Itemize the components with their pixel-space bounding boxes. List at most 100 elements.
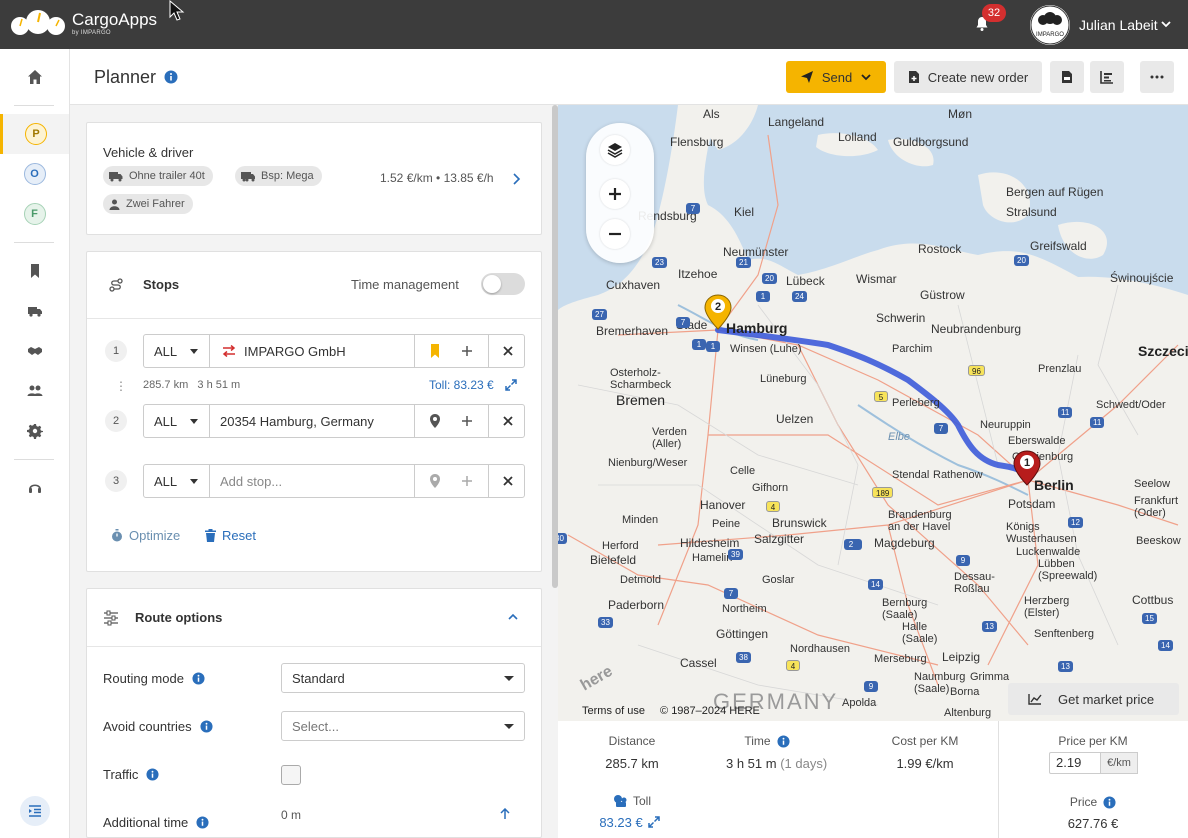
cargoapps-logo[interactable] bbox=[10, 8, 66, 40]
optimize-button[interactable]: Optimize bbox=[111, 528, 180, 543]
city-label: Hamelin bbox=[692, 552, 733, 564]
time-value: 3 h 51 m bbox=[726, 756, 777, 771]
country-select[interactable]: ALL bbox=[144, 405, 210, 437]
vehicle-rate: 1.52 €/km • 13.85 €/h bbox=[380, 171, 494, 185]
add-icon[interactable] bbox=[459, 343, 475, 359]
info-icon[interactable] bbox=[196, 816, 209, 829]
arrow-up-icon[interactable] bbox=[499, 808, 511, 820]
route-map[interactable]: here GERMANY Flensburg Kiel Lolland Guld… bbox=[558, 105, 1188, 721]
time-management-toggle[interactable] bbox=[481, 273, 525, 295]
info-icon[interactable] bbox=[146, 768, 159, 781]
road-number-shield: 24 bbox=[792, 291, 807, 302]
info-icon[interactable] bbox=[1103, 795, 1116, 809]
sidebar-item-vehicles[interactable] bbox=[0, 291, 69, 331]
orders-badge: O bbox=[23, 163, 46, 185]
get-market-price-button[interactable]: Get market price bbox=[1008, 683, 1179, 715]
stop-address-input[interactable]: 20354 Hamburg, Germany bbox=[220, 414, 374, 429]
route-options-title: Route options bbox=[135, 610, 223, 625]
sidebar-item-fleet[interactable]: F bbox=[0, 194, 69, 234]
sidebar-item-planner[interactable]: P bbox=[0, 114, 69, 154]
user-name[interactable]: Julian Labeit bbox=[1079, 17, 1158, 33]
sidebar-item-users[interactable] bbox=[0, 371, 69, 411]
notification-count-badge[interactable]: 32 bbox=[982, 4, 1006, 22]
divider bbox=[414, 405, 415, 437]
info-icon[interactable] bbox=[164, 70, 178, 84]
more-horizontal-icon bbox=[1150, 75, 1164, 79]
bookmark-icon[interactable] bbox=[427, 343, 443, 359]
add-icon[interactable] bbox=[459, 413, 475, 429]
country-select[interactable]: ALL bbox=[144, 465, 210, 497]
leg-connector: ⋮ bbox=[115, 379, 127, 393]
road-number-shield: 14 bbox=[868, 579, 883, 590]
sidebar-item-settings[interactable] bbox=[0, 411, 69, 451]
chevron-down-icon[interactable] bbox=[1160, 18, 1172, 30]
sidebar-item-partners[interactable] bbox=[0, 331, 69, 371]
routing-mode-select[interactable]: Standard bbox=[281, 663, 525, 693]
vehicle-driver-card[interactable]: Vehicle & driver Ohne trailer 40t Bsp: M… bbox=[86, 122, 542, 235]
export-pdf-button[interactable] bbox=[1050, 61, 1084, 93]
road-number-shield: 27 bbox=[592, 309, 607, 320]
city-label: Prenzlau bbox=[1038, 363, 1082, 375]
city-label: Stralsund bbox=[1006, 205, 1057, 219]
city-label: Flensburg bbox=[670, 135, 724, 149]
create-new-order-button[interactable]: Create new order bbox=[894, 61, 1042, 93]
analytics-button[interactable] bbox=[1090, 61, 1124, 93]
vehicle-driver-title: Vehicle & driver bbox=[103, 145, 194, 160]
bar-chart-icon bbox=[1100, 71, 1113, 84]
avoid-countries-row: Avoid countries bbox=[103, 719, 213, 734]
location-pin-icon[interactable] bbox=[427, 473, 443, 489]
city-label: Merseburg bbox=[874, 653, 927, 665]
sidebar-collapse-button[interactable] bbox=[0, 791, 69, 831]
additional-time-value[interactable]: 0 m bbox=[281, 808, 301, 822]
info-icon[interactable] bbox=[777, 734, 790, 748]
layers-button[interactable] bbox=[600, 135, 630, 165]
city-label: Potsdam bbox=[1008, 497, 1056, 511]
support-icon bbox=[28, 484, 41, 493]
country-select-value: ALL bbox=[154, 473, 178, 489]
zoom-out-button[interactable] bbox=[600, 219, 630, 249]
city-label: Osterholz-Scharmbeck bbox=[610, 367, 672, 391]
city-label-major: Bremen bbox=[616, 392, 666, 408]
chevron-right-icon[interactable] bbox=[511, 173, 521, 185]
info-icon[interactable] bbox=[192, 672, 205, 685]
send-label: Send bbox=[821, 69, 853, 85]
avoid-countries-select[interactable]: Select... bbox=[281, 711, 525, 741]
city-label: Hanover bbox=[700, 498, 746, 512]
destination-pin-icon[interactable]: 2 bbox=[704, 294, 732, 330]
zoom-in-button[interactable] bbox=[600, 179, 630, 209]
toll-label: Toll bbox=[632, 794, 651, 808]
traffic-checkbox[interactable] bbox=[281, 765, 301, 785]
info-icon[interactable] bbox=[200, 720, 213, 733]
sidebar-item-saved[interactable] bbox=[0, 251, 69, 291]
road-number-shield: 7 bbox=[934, 423, 948, 434]
road-number-shield: 12 bbox=[1068, 517, 1083, 528]
location-pin-icon[interactable] bbox=[427, 413, 443, 429]
send-button[interactable]: Send bbox=[786, 61, 886, 93]
country-select[interactable]: ALL bbox=[144, 335, 210, 367]
city-label: Kiel bbox=[734, 205, 755, 219]
leg-toll-link[interactable]: Toll: 83.23 € bbox=[429, 378, 494, 392]
road-number-shield: 1 bbox=[692, 339, 706, 350]
city-label: Leipzig bbox=[942, 650, 981, 664]
chevron-up-icon[interactable] bbox=[507, 611, 519, 623]
close-icon[interactable] bbox=[500, 343, 516, 359]
stop-address-input[interactable]: IMPARGO GmbH bbox=[244, 344, 346, 359]
expand-icon[interactable] bbox=[505, 379, 517, 391]
close-icon[interactable] bbox=[500, 413, 516, 429]
reset-button[interactable]: Reset bbox=[205, 528, 256, 543]
sidebar-item-home[interactable] bbox=[0, 57, 69, 97]
origin-pin-icon[interactable]: 1 bbox=[1013, 450, 1041, 486]
road-number-shield: 9 bbox=[956, 555, 970, 566]
add-icon[interactable] bbox=[459, 473, 475, 489]
sidebar-item-support[interactable] bbox=[0, 468, 69, 508]
toll-value[interactable]: 83.23 € bbox=[590, 815, 652, 830]
sidebar-item-orders[interactable]: O bbox=[0, 154, 69, 194]
close-icon[interactable] bbox=[500, 473, 516, 489]
add-stop-input[interactable]: Add stop... bbox=[220, 474, 282, 489]
expand-icon[interactable] bbox=[648, 816, 660, 828]
avatar[interactable]: IMPARGO bbox=[1030, 5, 1070, 45]
stop-row: ALL Add stop... bbox=[143, 464, 525, 498]
additional-time-row: Additional time bbox=[103, 815, 209, 830]
terms-of-use-link[interactable]: Terms of use bbox=[582, 705, 645, 717]
more-options-button[interactable] bbox=[1140, 61, 1174, 93]
